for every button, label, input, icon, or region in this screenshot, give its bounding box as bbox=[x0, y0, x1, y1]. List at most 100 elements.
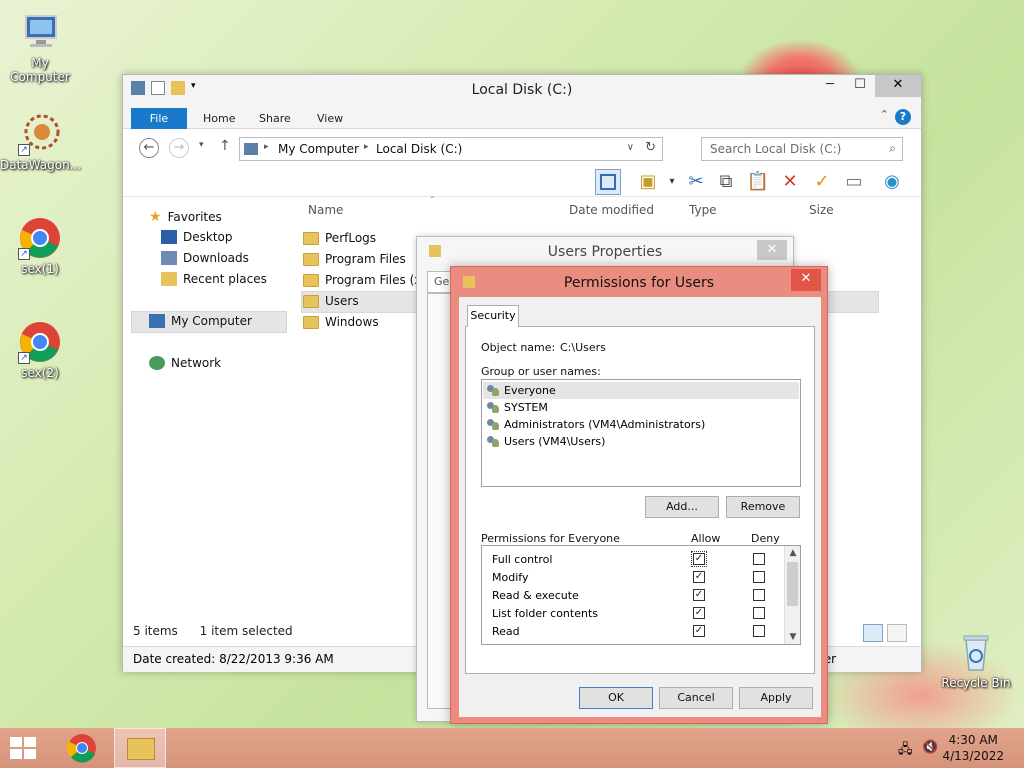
ok-button[interactable]: OK bbox=[579, 687, 653, 709]
permission-label: Read bbox=[492, 625, 520, 638]
tab-file[interactable]: File bbox=[131, 108, 187, 129]
close-button[interactable]: ✕ bbox=[791, 269, 821, 291]
tab-view[interactable]: View bbox=[303, 108, 357, 129]
minimize-button[interactable]: ─ bbox=[815, 75, 845, 97]
allow-checkbox[interactable] bbox=[693, 589, 705, 601]
nav-network[interactable]: Network bbox=[149, 356, 221, 370]
list-item[interactable]: Program Files bbox=[303, 249, 406, 269]
nav-recent-places[interactable]: Recent places bbox=[161, 272, 267, 286]
checkmark-icon[interactable]: ✓ bbox=[809, 169, 835, 195]
list-item[interactable]: SYSTEM bbox=[486, 399, 548, 416]
deny-checkbox[interactable] bbox=[753, 625, 765, 637]
search-input[interactable]: Search Local Disk (C:) ⌕ bbox=[701, 137, 903, 161]
nav-downloads[interactable]: Downloads bbox=[161, 251, 249, 265]
column-header-name[interactable]: Name bbox=[308, 203, 343, 217]
tab-share[interactable]: Share bbox=[245, 108, 305, 129]
address-bar[interactable]: ▸ My Computer ▸ Local Disk (C:) ∨ ↻ bbox=[239, 137, 663, 161]
user-list[interactable]: Everyone SYSTEM Administrators (VM4\Admi… bbox=[481, 379, 801, 487]
close-button[interactable]: ✕ bbox=[757, 240, 787, 260]
list-item[interactable]: Program Files (x8 bbox=[303, 270, 429, 290]
status-bar: 5 items 1 item selected bbox=[133, 624, 293, 638]
tab-security[interactable]: Security bbox=[467, 305, 519, 327]
taskbar-chrome[interactable] bbox=[56, 728, 108, 768]
taskbar-explorer[interactable] bbox=[114, 728, 166, 768]
allow-checkbox[interactable] bbox=[693, 571, 705, 583]
list-item[interactable]: Users bbox=[303, 291, 359, 311]
preview-pane-icon[interactable] bbox=[595, 169, 621, 195]
deny-checkbox[interactable] bbox=[753, 571, 765, 583]
chevron-down-icon[interactable]: ∨ bbox=[627, 142, 634, 153]
clock[interactable]: 4:30 AM 4/13/2022 bbox=[942, 732, 1004, 764]
window-title: Local Disk (C:) bbox=[471, 82, 573, 98]
datawagon-icon: ↗ bbox=[18, 112, 62, 156]
chrome-icon: ↗ bbox=[18, 320, 62, 364]
up-button[interactable]: ↑ bbox=[219, 138, 231, 154]
cancel-button[interactable]: Cancel bbox=[659, 687, 733, 709]
nav-favorites[interactable]: ★ Favorites bbox=[149, 209, 222, 225]
deny-checkbox[interactable] bbox=[753, 553, 765, 565]
tab-home[interactable]: Home bbox=[189, 108, 249, 129]
maximize-button[interactable]: ☐ bbox=[845, 75, 875, 97]
date-created: Date created: 8/22/2013 9:36 AM bbox=[133, 652, 334, 666]
list-item[interactable]: Windows bbox=[303, 312, 379, 332]
list-item[interactable]: PerfLogs bbox=[303, 228, 376, 248]
permission-label: Modify bbox=[492, 571, 529, 584]
breadcrumb-my-computer[interactable]: My Computer bbox=[278, 142, 359, 156]
scroll-thumb[interactable] bbox=[787, 562, 798, 606]
large-icons-view-icon[interactable] bbox=[887, 624, 907, 642]
desktop-icon-datawagon[interactable]: ↗ DataWagon... bbox=[0, 112, 81, 172]
volume-muted-icon[interactable]: 🔇 bbox=[922, 740, 938, 756]
list-item[interactable]: Users (VM4\Users) bbox=[486, 433, 605, 450]
allow-checkbox[interactable] bbox=[691, 551, 707, 567]
nav-my-computer[interactable]: My Computer bbox=[149, 314, 252, 328]
folder-icon bbox=[303, 231, 319, 245]
folder-icon bbox=[303, 294, 319, 308]
breadcrumb-local-disk[interactable]: Local Disk (C:) bbox=[376, 142, 462, 156]
network-tray-icon[interactable]: 🖧 bbox=[898, 740, 914, 757]
desktop-icon-recycle-bin[interactable]: Recycle Bin bbox=[936, 630, 1016, 690]
chevron-up-icon[interactable]: ⌃ bbox=[880, 108, 889, 121]
deny-checkbox[interactable] bbox=[753, 607, 765, 619]
rename-icon[interactable]: ▭ bbox=[841, 169, 867, 195]
apply-button[interactable]: Apply bbox=[739, 687, 813, 709]
delete-icon[interactable]: ✕ bbox=[777, 169, 803, 195]
column-header-type[interactable]: Type bbox=[689, 203, 717, 217]
nav-desktop[interactable]: Desktop bbox=[161, 230, 233, 244]
users-icon bbox=[486, 384, 500, 397]
back-button[interactable]: ← bbox=[139, 138, 159, 158]
permissions-header: Permissions for Everyone bbox=[481, 532, 620, 545]
column-header-date[interactable]: Date modified bbox=[569, 203, 654, 217]
details-view-icon[interactable] bbox=[863, 624, 883, 642]
remove-button[interactable]: Remove bbox=[726, 496, 800, 518]
refresh-icon[interactable]: ↻ bbox=[645, 140, 656, 155]
allow-checkbox[interactable] bbox=[693, 607, 705, 619]
add-button[interactable]: Add... bbox=[645, 496, 719, 518]
select-icon[interactable]: ▣ bbox=[635, 169, 661, 195]
list-item[interactable]: Administrators (VM4\Administrators) bbox=[486, 416, 705, 433]
copy-icon[interactable]: ⧉ bbox=[713, 169, 739, 195]
forward-button[interactable]: → bbox=[169, 138, 189, 158]
desktop-icon-my-computer[interactable]: My Computer bbox=[0, 10, 80, 84]
allow-checkbox[interactable] bbox=[693, 625, 705, 637]
column-header-size[interactable]: Size bbox=[809, 203, 834, 217]
start-button[interactable] bbox=[10, 736, 38, 760]
scrollbar[interactable]: ▲ ▼ bbox=[784, 546, 800, 644]
chevron-down-icon[interactable]: ▾ bbox=[659, 169, 685, 195]
cut-icon[interactable]: ✂ bbox=[683, 169, 709, 195]
item-count: 5 items bbox=[133, 624, 178, 638]
star-icon: ★ bbox=[149, 209, 162, 225]
globe-icon[interactable]: ◉ bbox=[879, 169, 905, 195]
close-button[interactable]: ✕ bbox=[875, 75, 921, 97]
scroll-down-icon[interactable]: ▼ bbox=[785, 632, 800, 642]
desktop-icon-sex2[interactable]: ↗ sex(2) bbox=[0, 320, 80, 380]
help-icon[interactable]: ? bbox=[895, 109, 911, 125]
desktop-icon-sex1[interactable]: ↗ sex(1) bbox=[0, 216, 80, 276]
deny-checkbox[interactable] bbox=[753, 589, 765, 601]
shortcut-arrow-icon: ↗ bbox=[18, 352, 30, 364]
object-name-value: C:\Users bbox=[560, 341, 606, 354]
recent-locations-icon[interactable]: ▾ bbox=[199, 140, 204, 150]
search-icon[interactable]: ⌕ bbox=[889, 141, 896, 156]
scroll-up-icon[interactable]: ▲ bbox=[785, 548, 800, 558]
list-item[interactable]: Everyone bbox=[483, 382, 799, 399]
paste-icon[interactable]: 📋 bbox=[745, 169, 771, 195]
